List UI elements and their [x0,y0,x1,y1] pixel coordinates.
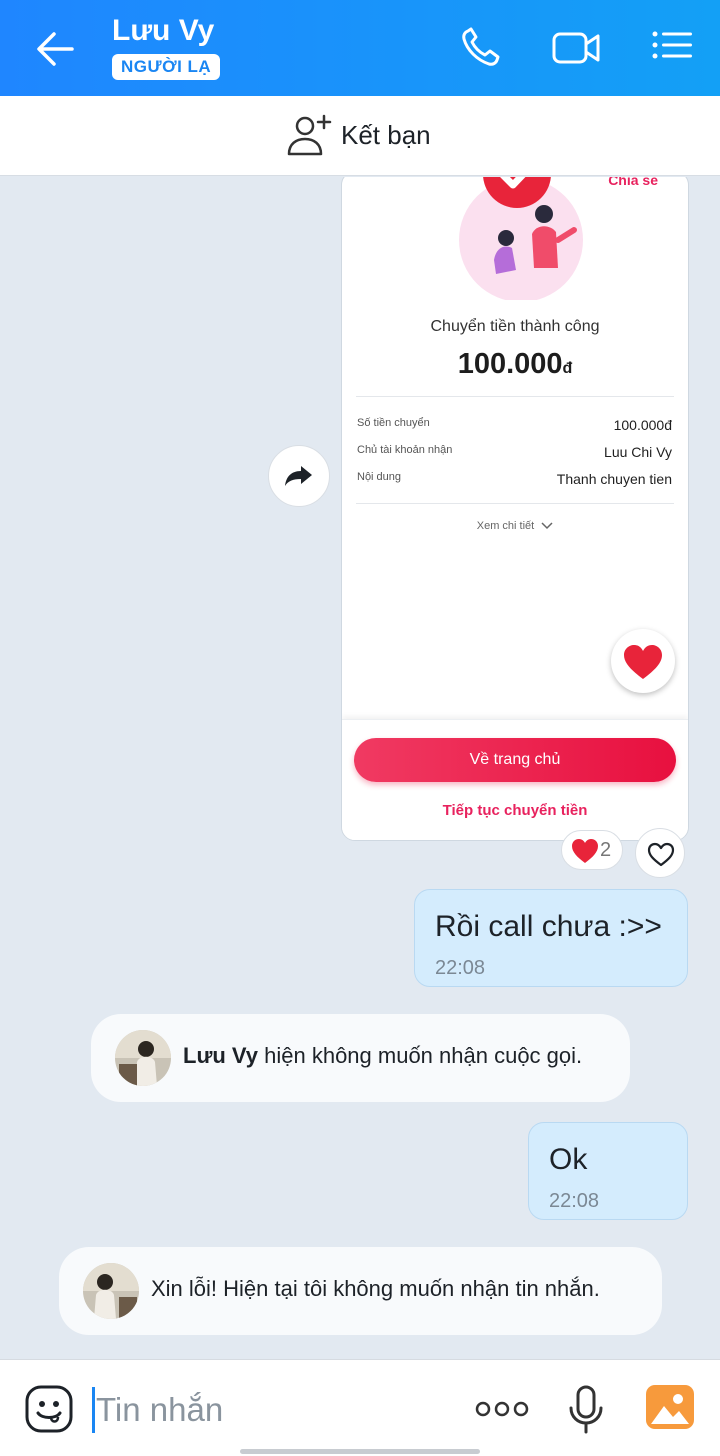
row-label: Số tiền chuyển [357,417,430,429]
microphone-icon [569,1385,603,1434]
menu-button[interactable] [650,26,696,70]
like-button[interactable] [635,828,685,878]
transfer-screenshot-card[interactable]: Chia sẻ Chuyển tiền thành công 100.000đ … [341,177,689,841]
more-icon [475,1401,529,1417]
view-details-label: Xem chi tiết [476,520,535,532]
amount-currency: đ [562,360,573,377]
forward-button[interactable] [268,445,330,507]
sticker-icon [25,1385,73,1433]
reaction-summary[interactable]: 2 [561,830,623,870]
message-input-bar [0,1359,720,1456]
stranger-badge: NGƯỜI LẠ [112,54,221,80]
divider [356,503,674,504]
reaction-count: 2 [600,839,612,861]
continue-transfer-link[interactable]: Tiếp tục chuyển tiền [342,802,688,819]
home-button[interactable]: Về trang chủ [354,738,676,782]
notice-body: hiện không muốn nhận cuộc gọi. [258,1043,583,1068]
text-caret [92,1387,95,1433]
message-bubble[interactable]: Rồi call chưa :>> 22:08 [414,889,688,987]
divider [356,396,674,397]
transfer-status: Chuyển tiền thành công [430,318,600,335]
sticker-button[interactable] [24,1384,74,1434]
avatar [115,1030,171,1086]
video-call-button[interactable] [552,26,600,70]
add-friend-bar[interactable]: Kết bạn [0,96,720,176]
menu-list-icon [652,31,692,59]
message-input[interactable] [96,1388,456,1432]
avatar [83,1263,139,1319]
system-notice: Lưu Vy hiện không muốn nhận cuộc gọi. [91,1014,630,1102]
back-arrow-icon [37,32,74,66]
row-value: Luu Chi Vy [604,444,672,460]
row-label: Nội dung [357,471,402,483]
share-link[interactable]: Chia sẻ [608,177,658,188]
system-notice-text: Xin lỗi! Hiện tại tôi không muốn nhận ti… [151,1276,600,1301]
chevron-down-icon [541,522,553,530]
transfer-amount: 100.000đ [342,348,688,381]
more-button[interactable] [474,1396,530,1422]
image-icon [646,1385,694,1429]
system-notice-text: Lưu Vy hiện không muốn nhận cuộc gọi. [183,1043,582,1069]
row-value: Thanh chuyen tien [556,471,672,487]
chat-header: Lưu Vy NGƯỜI LẠ [0,0,720,96]
back-button[interactable] [30,26,80,72]
message-text: Rồi call chưa :>> [435,910,662,943]
heart-icon [572,839,598,863]
add-friend-icon [287,114,332,156]
amount-value: 100.000 [457,348,563,380]
phone-icon [462,27,500,66]
system-notice: Xin lỗi! Hiện tại tôi không muốn nhận ti… [59,1247,662,1335]
heart-icon [624,645,662,679]
row-label: Chủ tài khoản nhận [357,444,453,456]
card-actions: Về trang chủ Tiếp tục chuyển tiền [342,719,688,840]
call-button[interactable] [458,26,504,70]
message-time: 22:08 [549,1190,600,1212]
message-text: Ok [549,1143,588,1176]
home-indicator [240,1449,480,1454]
contact-name[interactable]: Lưu Vy [112,14,214,48]
message-time: 22:08 [435,957,486,979]
video-call-icon [552,32,600,64]
sender-name: Lưu Vy [183,1043,259,1068]
forward-arrow-icon [285,466,312,486]
message-bubble[interactable]: Ok 22:08 [528,1122,688,1220]
view-details-link[interactable]: Xem chi tiết [342,520,688,532]
voice-button[interactable] [566,1384,606,1436]
success-illustration [459,177,583,300]
image-button[interactable] [645,1384,695,1430]
heart-reaction-button[interactable] [611,629,675,693]
chat-area[interactable]: Chia sẻ Chuyển tiền thành công 100.000đ … [0,177,720,1359]
heart-outline-icon [647,842,675,867]
row-value: 100.000đ [613,417,672,433]
add-friend-label: Kết bạn [341,120,431,150]
